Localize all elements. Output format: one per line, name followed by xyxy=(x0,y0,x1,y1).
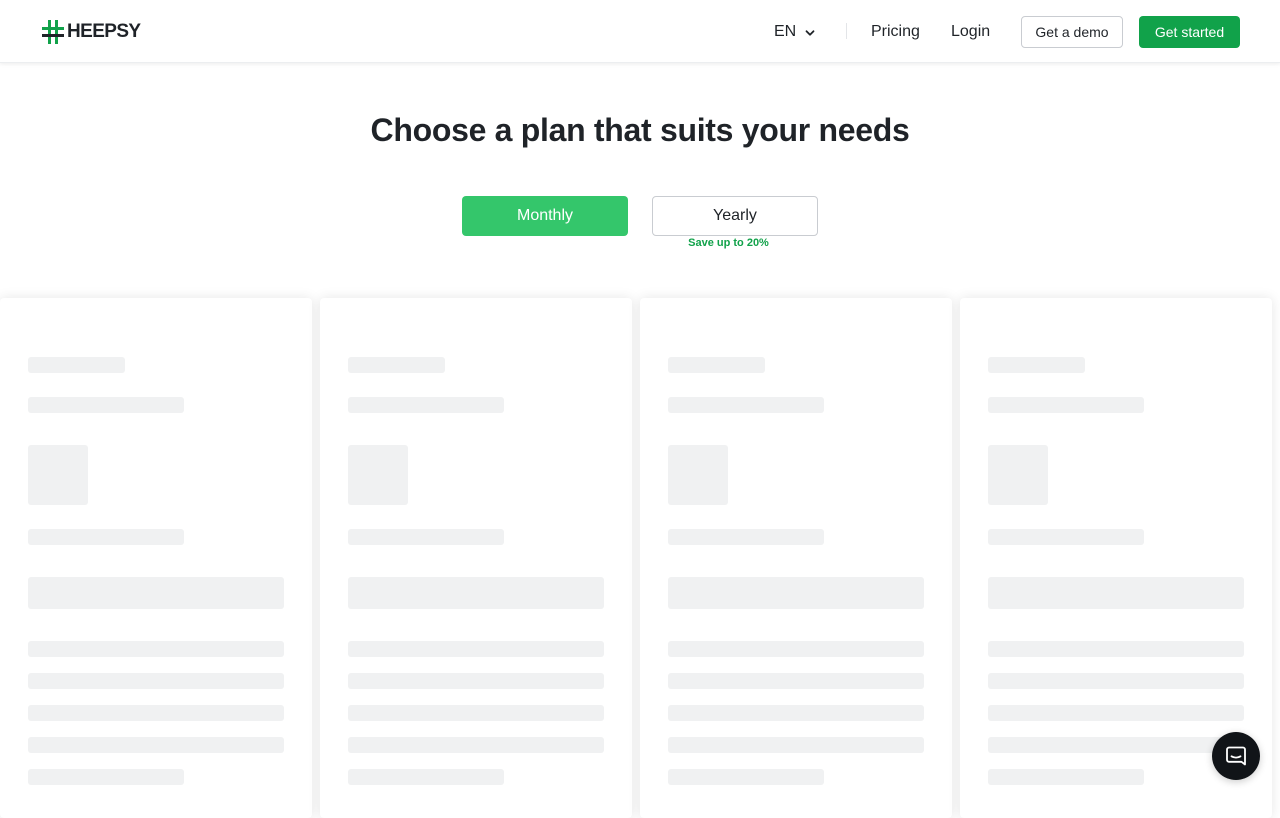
site-header: HEEPSY EN Pricing Login Get a demo Get s… xyxy=(0,0,1280,63)
nav-login-link[interactable]: Login xyxy=(951,20,990,44)
skeleton-feature-line xyxy=(668,737,924,753)
nav-divider xyxy=(846,23,847,39)
skeleton-feature-line xyxy=(668,641,924,657)
skeleton-feature-line xyxy=(28,737,284,753)
skeleton-plan-price xyxy=(988,529,1144,545)
billing-monthly-toggle[interactable]: Monthly xyxy=(462,196,628,236)
skeleton-feature-line xyxy=(348,673,604,689)
skeleton-plan-name xyxy=(668,357,765,373)
skeleton-feature-line xyxy=(988,737,1244,753)
skeleton-feature-line xyxy=(988,705,1244,721)
plan-card-skeleton xyxy=(320,298,632,818)
skeleton-plan-name xyxy=(988,357,1085,373)
skeleton-feature-line xyxy=(348,705,604,721)
skeleton-plan-icon xyxy=(668,445,728,505)
skeleton-plan-name xyxy=(28,357,125,373)
skeleton-feature-line xyxy=(988,641,1244,657)
logo-mark-icon xyxy=(42,20,64,44)
skeleton-plan-button xyxy=(28,577,284,609)
skeleton-feature-line xyxy=(28,673,284,689)
skeleton-plan-button xyxy=(988,577,1244,609)
skeleton-plan-price xyxy=(348,529,504,545)
skeleton-plan-button xyxy=(668,577,924,609)
skeleton-feature-line xyxy=(28,641,284,657)
skeleton-feature-line xyxy=(348,737,604,753)
skeleton-plan-icon xyxy=(988,445,1048,505)
skeleton-feature-line xyxy=(28,705,284,721)
language-selector[interactable]: EN xyxy=(774,20,816,44)
skeleton-feature-line xyxy=(668,769,824,785)
skeleton-plan-subtitle xyxy=(988,397,1144,413)
plan-card-skeleton xyxy=(0,298,312,818)
skeleton-feature-line xyxy=(348,641,604,657)
billing-yearly-toggle[interactable]: Yearly xyxy=(652,196,818,236)
skeleton-plan-subtitle xyxy=(28,397,184,413)
skeleton-plan-icon xyxy=(348,445,408,505)
skeleton-feature-line xyxy=(668,705,924,721)
chevron-down-icon xyxy=(805,30,815,36)
skeleton-plan-price xyxy=(28,529,184,545)
skeleton-feature-line xyxy=(348,769,504,785)
language-label: EN xyxy=(774,23,797,40)
skeleton-plan-subtitle xyxy=(668,397,824,413)
chat-launcher-button[interactable] xyxy=(1212,732,1260,780)
chat-bubble-icon xyxy=(1226,746,1246,766)
skeleton-plan-subtitle xyxy=(348,397,504,413)
plan-card-skeleton xyxy=(640,298,952,818)
skeleton-plan-button xyxy=(348,577,604,609)
page-title: Choose a plan that suits your needs xyxy=(370,112,910,148)
skeleton-plan-icon xyxy=(28,445,88,505)
skeleton-feature-line xyxy=(988,673,1244,689)
nav-pricing-link[interactable]: Pricing xyxy=(871,20,920,44)
heepsy-logo[interactable]: HEEPSY xyxy=(41,19,141,45)
logo-text: HEEPSY xyxy=(67,21,141,42)
skeleton-feature-line xyxy=(668,673,924,689)
get-a-demo-button[interactable]: Get a demo xyxy=(1021,16,1123,48)
skeleton-feature-line xyxy=(988,769,1144,785)
get-started-button[interactable]: Get started xyxy=(1139,16,1240,48)
skeleton-plan-price xyxy=(668,529,824,545)
skeleton-plan-name xyxy=(348,357,445,373)
yearly-savings-note: Save up to 20% xyxy=(688,237,769,249)
skeleton-feature-line xyxy=(28,769,184,785)
